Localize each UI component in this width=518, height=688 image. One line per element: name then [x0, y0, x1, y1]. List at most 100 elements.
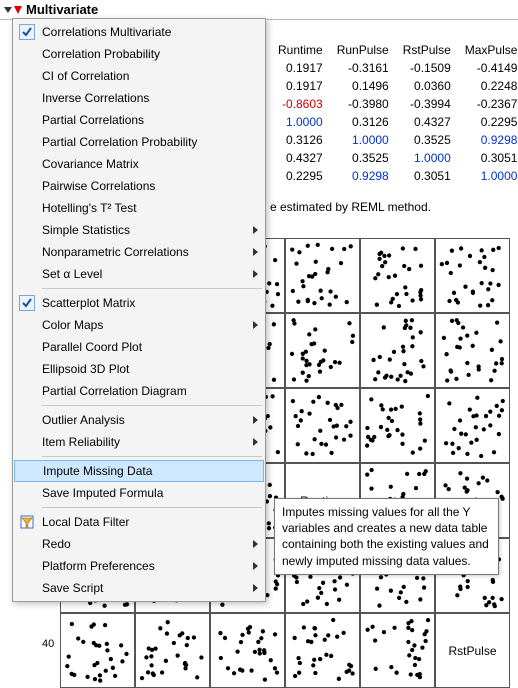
menu-item[interactable]: Save Imputed Formula: [14, 482, 264, 504]
section-header: Multivariate: [0, 0, 518, 20]
menu-item[interactable]: Correlations Multivariate: [14, 21, 264, 43]
menu-item-label: Ellipsoid 3D Plot: [38, 362, 258, 376]
scatter-cell[interactable]: [435, 238, 510, 313]
tooltip-impute: Imputes missing values for all the Y var…: [274, 498, 499, 575]
scatter-cell[interactable]: [210, 613, 285, 688]
table-cell: -0.3980: [331, 96, 395, 112]
table-row: 0.1917-0.3161-0.1509-0.4149: [272, 60, 518, 76]
scatter-cell[interactable]: [285, 238, 360, 313]
menu-item[interactable]: Redo: [14, 533, 264, 555]
menu-item-label: Parallel Coord Plot: [38, 340, 258, 354]
menu-item-label: Set α Level: [38, 267, 247, 281]
table-cell: -0.3994: [397, 96, 457, 112]
table-row: -0.8603-0.3980-0.3994-0.2367: [272, 96, 518, 112]
menu-item[interactable]: Partial Correlation Probability: [14, 131, 264, 153]
menu-item[interactable]: Covariance Matrix: [14, 153, 264, 175]
menu-item-label: Impute Missing Data: [39, 464, 257, 478]
checkmark-icon: [16, 295, 38, 311]
chevron-right-icon: [253, 270, 258, 278]
menu-item[interactable]: Parallel Coord Plot: [14, 336, 264, 358]
table-cell: 1.0000: [397, 150, 457, 166]
menu-separator: [42, 288, 262, 289]
menu-item[interactable]: Inverse Correlations: [14, 87, 264, 109]
menu-item-label: Redo: [38, 537, 247, 551]
menu-item[interactable]: Outlier Analysis: [14, 409, 264, 431]
context-menu[interactable]: Correlations Multivariate Correlation Pro…: [12, 18, 266, 602]
table-cell: 0.9298: [459, 132, 518, 148]
menu-item[interactable]: Partial Correlation Diagram: [14, 380, 264, 402]
scatter-cell[interactable]: [435, 388, 510, 463]
chevron-right-icon: [253, 562, 258, 570]
menu-item[interactable]: Item Reliability: [14, 431, 264, 453]
table-header: RstPulse: [397, 42, 457, 58]
menu-item[interactable]: Scatterplot Matrix: [14, 292, 264, 314]
scatter-diag-label[interactable]: RstPulse: [435, 613, 510, 688]
scatter-cell[interactable]: [285, 388, 360, 463]
menu-item-label: Partial Correlations: [38, 113, 258, 127]
scatter-cell[interactable]: [60, 613, 135, 688]
menu-separator: [42, 405, 262, 406]
chevron-right-icon: [253, 540, 258, 548]
menu-item-label: Correlations Multivariate: [38, 25, 258, 39]
table-row: 0.19170.14960.03600.2248: [272, 78, 518, 94]
chevron-right-icon: [253, 438, 258, 446]
menu-item-label: Save Script: [38, 581, 247, 595]
menu-item[interactable]: Ellipsoid 3D Plot: [14, 358, 264, 380]
menu-item[interactable]: Partial Correlations: [14, 109, 264, 131]
scatter-cell[interactable]: [135, 613, 210, 688]
table-cell: 0.3126: [272, 132, 329, 148]
correlation-table: RuntimeRunPulseRstPulseMaxPulse 0.1917-0…: [270, 40, 518, 186]
menu-item[interactable]: Platform Preferences: [14, 555, 264, 577]
menu-item-label: Partial Correlation Diagram: [38, 384, 258, 398]
table-row: 0.22950.92980.30511.0000: [272, 168, 518, 184]
menu-item-label: Item Reliability: [38, 435, 247, 449]
scatter-cell[interactable]: [360, 313, 435, 388]
filter-icon: [16, 515, 38, 529]
scatter-cell[interactable]: [360, 238, 435, 313]
disclosure-triangle-icon[interactable]: [4, 7, 12, 13]
table-cell: 0.1496: [331, 78, 395, 94]
menu-item[interactable]: Local Data Filter: [14, 511, 264, 533]
table-cell: 1.0000: [272, 114, 329, 130]
table-cell: 0.3525: [331, 150, 395, 166]
table-cell: 0.1917: [272, 60, 329, 76]
table-row: 0.43270.35251.00000.3051: [272, 150, 518, 166]
table-row: 0.31261.00000.35250.9298: [272, 132, 518, 148]
table-cell: -0.8603: [272, 96, 329, 112]
menu-item-label: Outlier Analysis: [38, 413, 247, 427]
table-cell: 0.9298: [331, 168, 395, 184]
table-row: 1.00000.31260.43270.2295: [272, 114, 518, 130]
menu-item[interactable]: Pairwise Correlations: [14, 175, 264, 197]
menu-item[interactable]: Correlation Probability: [14, 43, 264, 65]
menu-item-label: Covariance Matrix: [38, 157, 258, 171]
axis-tick: 40: [42, 638, 54, 650]
chevron-right-icon: [253, 248, 258, 256]
section-title: Multivariate: [26, 2, 98, 17]
menu-item[interactable]: Simple Statistics: [14, 219, 264, 241]
menu-item[interactable]: Impute Missing Data: [14, 460, 264, 482]
scatter-cell[interactable]: [360, 388, 435, 463]
menu-item-label: Platform Preferences: [38, 559, 247, 573]
menu-item[interactable]: Set α Level: [14, 263, 264, 285]
menu-item[interactable]: Save Script: [14, 577, 264, 599]
menu-item-label: Nonparametric Correlations: [38, 245, 247, 259]
scatter-cell[interactable]: [435, 313, 510, 388]
scatter-cell[interactable]: [285, 313, 360, 388]
table-cell: -0.1509: [397, 60, 457, 76]
menu-item[interactable]: Hotelling's T² Test: [14, 197, 264, 219]
menu-item-label: Simple Statistics: [38, 223, 247, 237]
menu-item[interactable]: CI of Correlation: [14, 65, 264, 87]
table-header: RunPulse: [331, 42, 395, 58]
table-cell: 0.2248: [459, 78, 518, 94]
menu-separator: [42, 456, 262, 457]
table-cell: 0.2295: [459, 114, 518, 130]
red-hotspot-icon[interactable]: [14, 6, 22, 14]
table-cell: 1.0000: [331, 132, 395, 148]
menu-item[interactable]: Color Maps: [14, 314, 264, 336]
scatter-cell[interactable]: [285, 613, 360, 688]
chevron-right-icon: [253, 321, 258, 329]
checkmark-icon: [16, 24, 38, 40]
table-cell: 0.3525: [397, 132, 457, 148]
menu-item[interactable]: Nonparametric Correlations: [14, 241, 264, 263]
scatter-cell[interactable]: [360, 613, 435, 688]
